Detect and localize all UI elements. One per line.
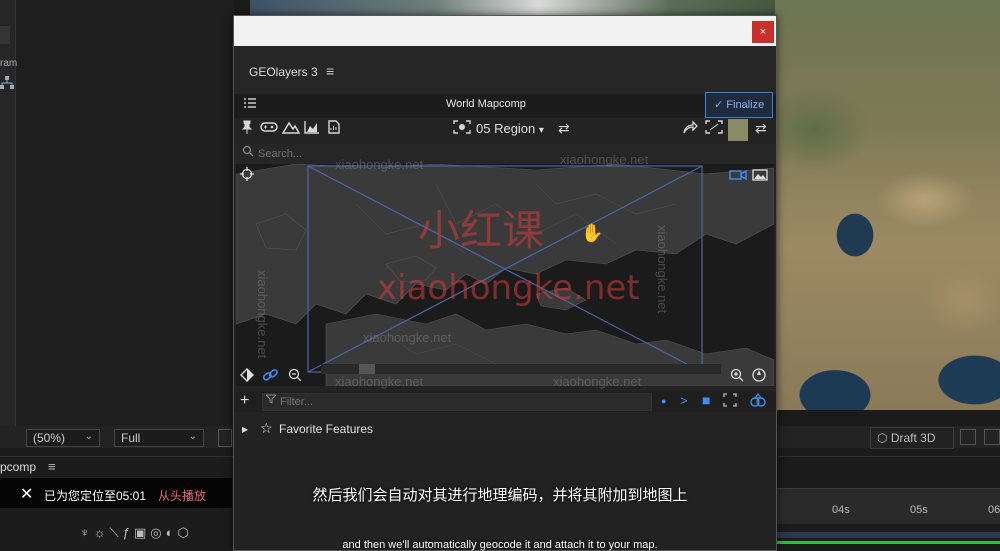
region-dropdown[interactable]: 05 Region ▾ xyxy=(476,121,544,136)
chevron-down-icon: ⌄ xyxy=(84,431,93,442)
check-icon: ✓ xyxy=(714,99,724,111)
screen: ram (50%) ⌄ Full ⌄ ⬡ Draft 3D pcomp ≡ 04… xyxy=(0,0,1000,551)
swap-icon[interactable]: ⇄ xyxy=(558,120,570,137)
chart-icon[interactable] xyxy=(304,120,320,137)
add-icon[interactable]: + xyxy=(240,392,249,410)
ae-left-label: ram xyxy=(0,58,18,69)
time-tick: 06 xyxy=(988,504,1000,516)
draft-3d-button[interactable]: ⬡ Draft 3D xyxy=(870,427,954,449)
close-button[interactable]: × xyxy=(752,21,774,43)
zoom-value: (50%) xyxy=(33,431,66,445)
window-titlebar[interactable] xyxy=(234,16,776,46)
hand-cursor-icon: ✋ xyxy=(581,223,604,243)
frame-icon[interactable] xyxy=(705,120,723,137)
expand-arrow-icon[interactable]: ▸ xyxy=(242,422,248,436)
square-icon[interactable]: ■ xyxy=(702,392,710,408)
comp-tab[interactable]: pcomp xyxy=(0,460,36,474)
ae-left-box[interactable] xyxy=(0,26,10,44)
satellite-strip-top xyxy=(250,0,775,16)
camera-icon[interactable] xyxy=(729,168,747,184)
subtitle-zh: 然后我们会自动对其进行地理编码，并将其附加到地图上 xyxy=(312,486,688,504)
finalize-label: Finalize xyxy=(726,99,765,111)
zoom-out-icon[interactable] xyxy=(288,368,302,385)
filter-input[interactable] xyxy=(280,395,580,409)
time-tick: 04s xyxy=(832,504,850,516)
play-chevron-icon[interactable]: > xyxy=(680,393,688,408)
favorite-features-label[interactable]: Favorite Features xyxy=(279,422,373,436)
finalize-button[interactable]: ✓ Finalize xyxy=(705,92,773,118)
view-toggle[interactable] xyxy=(960,429,976,445)
work-area-bar[interactable] xyxy=(776,532,1000,538)
gamepad-icon[interactable] xyxy=(260,120,278,137)
mountain-icon[interactable] xyxy=(281,120,301,137)
geolayers-window: × GEOlayers 3 ≡ World Mapcomp ✓ Finalize xyxy=(233,15,777,551)
app-title: GEOlayers 3 xyxy=(249,65,318,79)
region-toggle[interactable] xyxy=(218,429,232,447)
view-toggle[interactable] xyxy=(984,429,1000,445)
share-icon[interactable] xyxy=(682,120,698,137)
star-icon: ☆ xyxy=(260,420,273,436)
draft-3d-label: Draft 3D xyxy=(890,431,936,445)
chevron-down-icon: ⌄ xyxy=(188,431,197,442)
list-icon[interactable] xyxy=(244,97,256,111)
zoom-dropdown[interactable]: (50%) ⌄ xyxy=(26,429,100,447)
dot-icon[interactable]: ● xyxy=(661,396,666,406)
search-icon xyxy=(242,145,254,160)
image-icon[interactable] xyxy=(752,168,768,184)
expand-icon[interactable] xyxy=(723,393,737,410)
pin-icon[interactable] xyxy=(240,120,254,137)
menu-icon[interactable]: ≡ xyxy=(48,459,56,474)
caret-down-icon: ▾ xyxy=(538,125,544,136)
region-label: 05 Region xyxy=(476,121,536,136)
time-tick: 05s xyxy=(910,504,928,516)
dark-world-map xyxy=(236,164,774,386)
hamburger-menu-icon[interactable]: ≡ xyxy=(326,63,334,79)
resolution-value: Full xyxy=(121,431,141,445)
cube-icon: ⬡ xyxy=(877,431,888,445)
shapes-icon[interactable] xyxy=(750,393,766,410)
ae-project-panel xyxy=(0,0,234,430)
map-preview[interactable] xyxy=(236,164,774,386)
satellite-map-viewer xyxy=(775,0,1000,410)
diamond-icon[interactable] xyxy=(240,368,254,385)
network-icon xyxy=(0,76,14,90)
color-swatch[interactable] xyxy=(728,119,748,141)
link-icon[interactable] xyxy=(262,368,278,385)
comp-name: World Mapcomp xyxy=(446,98,526,110)
crosshair-icon[interactable] xyxy=(240,167,254,184)
document-icon[interactable] xyxy=(328,120,340,137)
subtitle-en: and then we'll automatically geocode it … xyxy=(342,539,658,551)
resolution-dropdown[interactable]: Full ⌄ xyxy=(114,429,204,447)
frame-icon[interactable] xyxy=(453,120,471,137)
search-input[interactable] xyxy=(258,146,558,162)
filter-icon xyxy=(264,394,278,407)
zoom-in-icon[interactable] xyxy=(730,368,744,385)
compass-icon[interactable] xyxy=(752,368,766,385)
swap-icon[interactable]: ⇄ xyxy=(755,120,767,137)
